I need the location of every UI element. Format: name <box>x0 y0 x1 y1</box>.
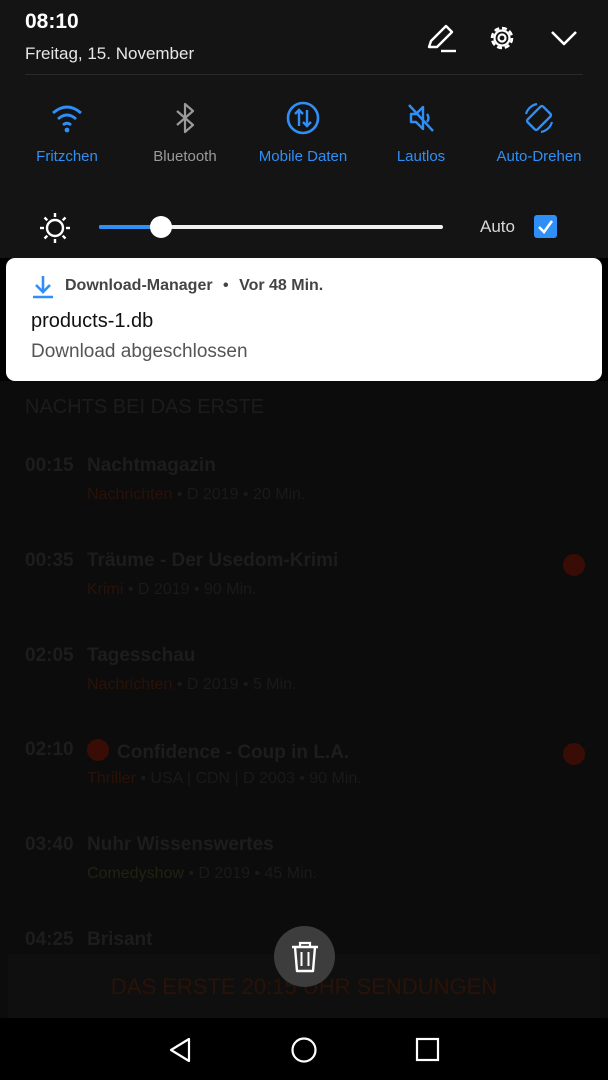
program-meta: Thriller • USA | CDN | D 2003 • 90 Min. <box>87 770 362 788</box>
program-genre: Nachrichten <box>87 676 173 693</box>
program-details: • D 2019 • 20 Min. <box>172 486 306 503</box>
program-title: Träume - Der Usedom-Krimi <box>87 550 339 571</box>
tile-label: Auto-Drehen <box>496 148 582 165</box>
program-genre: Comedyshow <box>87 865 184 882</box>
header-divider <box>25 74 583 75</box>
notification-title: products-1.db <box>31 310 154 332</box>
recents-button[interactable] <box>414 1036 442 1069</box>
brightness-slider[interactable] <box>99 216 443 238</box>
program-details: • D 2019 • 5 Min. <box>172 676 297 693</box>
home-button[interactable] <box>290 1036 318 1069</box>
program-details: • USA | CDN | D 2003 • 90 Min. <box>135 770 362 787</box>
notification-shade: 08:10 Freitag, 15. November Fritzchen Bl… <box>0 0 608 258</box>
program-meta: Nachrichten • D 2019 • 20 Min. <box>87 486 305 504</box>
navigation-bar <box>0 1018 608 1080</box>
program-title: Confidence - Coup in L.A. <box>117 742 350 763</box>
auto-brightness-checkbox[interactable] <box>534 215 557 238</box>
mobile-data-icon <box>286 101 320 135</box>
program-meta: Krimi • D 2019 • 90 Min. <box>87 581 256 599</box>
tile-bluetooth[interactable]: Bluetooth <box>125 100 245 180</box>
wifi-icon <box>52 105 82 133</box>
back-triangle-icon <box>169 1037 191 1063</box>
program-details: • D 2019 • 90 Min. <box>123 581 257 598</box>
program-time: 00:35 <box>25 550 74 571</box>
brightness-icon <box>37 210 73 251</box>
notification-separator: • <box>223 277 229 294</box>
tile-silent[interactable]: Lautlos <box>361 100 481 180</box>
notification-time: Vor 48 Min. <box>239 277 324 294</box>
play-icon <box>87 739 109 761</box>
date-label: Freitag, 15. November <box>25 44 195 63</box>
collapse-chevron-icon[interactable] <box>546 20 582 56</box>
recents-square-icon <box>415 1037 440 1062</box>
back-button[interactable] <box>167 1036 193 1069</box>
tile-mobile-data[interactable]: Mobile Daten <box>243 100 363 180</box>
clock: 08:10 <box>25 10 79 33</box>
download-notification[interactable]: Download-Manager • Vor 48 Min. products-… <box>6 258 602 381</box>
tile-label: Lautlos <box>396 148 446 165</box>
program-title-wrap: Confidence - Coup in L.A. <box>87 739 349 764</box>
tile-label: Mobile Daten <box>258 148 348 165</box>
clear-all-button[interactable] <box>274 926 335 987</box>
program-details: • D 2019 • 45 Min. <box>183 865 317 882</box>
section-title: NACHTS BEI DAS ERSTE <box>25 396 264 418</box>
program-title: Nachtmagazin <box>87 455 216 476</box>
program-meta: Comedyshow • D 2019 • 45 Min. <box>87 865 317 883</box>
download-icon <box>30 274 56 305</box>
notification-app-name: Download-Manager <box>65 277 213 294</box>
program-genre: Krimi <box>87 581 124 598</box>
settings-gear-icon[interactable] <box>484 20 520 56</box>
program-time: 02:10 <box>25 739 74 760</box>
program-time: 03:40 <box>25 834 74 855</box>
record-icon <box>563 743 585 765</box>
auto-rotate-icon <box>524 102 554 134</box>
checkmark-icon <box>538 220 554 234</box>
tile-wifi[interactable]: Fritzchen <box>7 100 127 180</box>
tile-label: Bluetooth <box>153 148 217 165</box>
program-time: 02:05 <box>25 645 74 666</box>
auto-brightness-label: Auto <box>480 217 515 236</box>
mute-icon <box>408 104 434 132</box>
trash-icon <box>292 941 318 973</box>
tile-label: Fritzchen <box>36 148 98 165</box>
edit-icon[interactable] <box>422 20 458 56</box>
program-title: Tagesschau <box>87 645 196 666</box>
bluetooth-icon <box>176 102 195 134</box>
program-time: 00:15 <box>25 455 74 476</box>
program-time: 04:25 <box>25 929 74 950</box>
program-genre: Thriller <box>87 770 136 787</box>
program-genre: Nachrichten <box>87 486 173 503</box>
tile-auto-rotate[interactable]: Auto-Drehen <box>479 100 599 180</box>
program-title: Nuhr Wissenswertes <box>87 834 274 855</box>
background-app: NACHTS BEI DAS ERSTE 00:15 Nachtmagazin … <box>0 381 608 1018</box>
record-icon <box>563 554 585 576</box>
home-circle-icon <box>291 1037 317 1063</box>
notification-text: Download abgeschlossen <box>31 341 248 362</box>
program-title: Brisant <box>87 929 153 950</box>
brightness-slider-thumb[interactable] <box>149 216 172 238</box>
program-meta: Nachrichten • D 2019 • 5 Min. <box>87 676 297 694</box>
notification-header: Download-Manager • Vor 48 Min. <box>65 277 323 295</box>
